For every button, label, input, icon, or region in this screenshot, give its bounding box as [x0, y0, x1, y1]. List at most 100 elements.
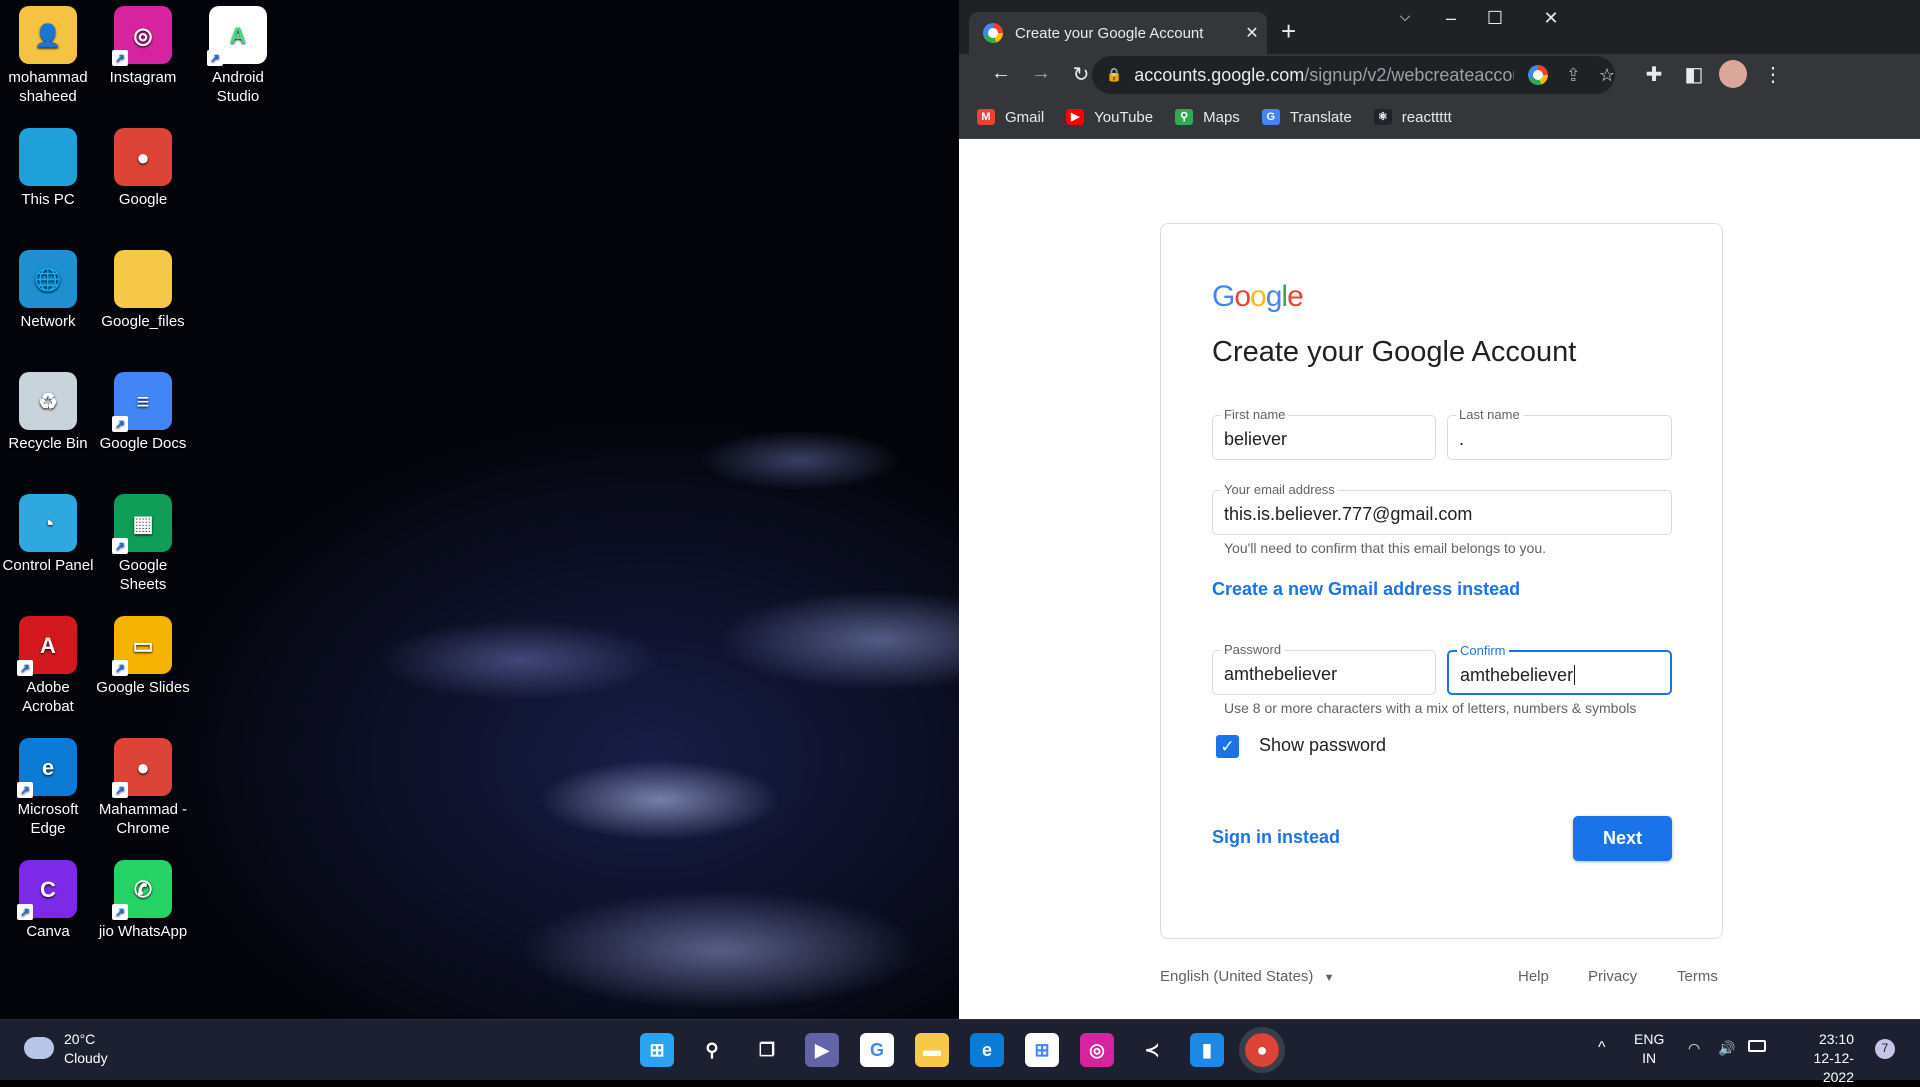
region: IN	[1642, 1050, 1657, 1066]
desktop-icon-google[interactable]: ● Google	[95, 128, 191, 209]
youtube-icon: ▶	[1066, 109, 1085, 125]
extensions-icon[interactable]: ✚	[1640, 62, 1668, 87]
desktop-icon-microsoft-edge[interactable]: e ↗ Microsoft Edge	[0, 738, 96, 838]
bookmark-gmail[interactable]: M Gmail	[977, 109, 1044, 126]
google-lens-icon[interactable]	[1527, 65, 1548, 85]
reload-icon[interactable]: ↻	[1067, 62, 1095, 87]
desktop-icon-canva[interactable]: C ↗ Canva	[0, 860, 96, 941]
help-link[interactable]: Help	[1518, 968, 1549, 985]
new-tab-button[interactable]: +	[1281, 16, 1296, 47]
address-bar[interactable]: 🔒 accounts.google.com/signup/v2/webcreat…	[1092, 56, 1615, 94]
maps-icon: ⚲	[1175, 109, 1194, 125]
instagram-icon[interactable]: ◎	[1080, 1033, 1114, 1067]
privacy-link[interactable]: Privacy	[1588, 968, 1637, 985]
email-label: Your email address	[1221, 482, 1338, 497]
start-icon[interactable]: ⊞	[640, 1033, 674, 1067]
profile-avatar[interactable]	[1719, 60, 1747, 88]
email-hint: You'll need to confirm that this email b…	[1224, 540, 1547, 556]
bookmark-maps[interactable]: ⚲ Maps	[1175, 109, 1240, 126]
desktop-icon-mohammad-shaheed[interactable]: 👤 mohammad shaheed	[0, 6, 96, 106]
desktop-icon-network[interactable]: 🌐 Network	[0, 250, 96, 331]
bookmark-star-icon[interactable]: ☆	[1599, 65, 1615, 86]
close-window-button[interactable]: ✕	[1531, 8, 1571, 29]
language-indicator[interactable]: ENG IN	[1634, 1030, 1664, 1068]
sign-in-instead-link[interactable]: Sign in instead	[1212, 827, 1340, 848]
desktop-icon-google-files[interactable]: Google_files	[95, 250, 191, 331]
desktop-icon-control-panel[interactable]: ◔ Control Panel	[0, 494, 96, 575]
bookmarks-bar: M Gmail ▶ YouTube ⚲ Maps G Translate ⚛ reacttttt	[959, 96, 1920, 139]
password-label: Password	[1221, 642, 1285, 657]
desktop-icon-android-studio[interactable]: A ↗ Android Studio	[190, 6, 286, 106]
gmail-icon: M	[977, 109, 995, 125]
shortcut-arrow-icon: ↗	[207, 50, 223, 66]
bookmark-translate[interactable]: G Translate	[1261, 109, 1352, 126]
vscode-icon[interactable]: ≺	[1135, 1033, 1169, 1067]
microsoft-store-icon[interactable]: ⊞	[1025, 1033, 1059, 1067]
last-name-value: .	[1459, 429, 1465, 449]
volume-icon[interactable]: 🔊	[1718, 1039, 1735, 1058]
google-icon[interactable]: G	[860, 1033, 894, 1067]
first-name-label: First name	[1221, 407, 1289, 422]
desktop-icon-mahammad-chrome[interactable]: ● ↗ Mahammad - Chrome	[95, 738, 191, 838]
chrome-window: Create your Google Account ✕ + ⌵ – ☐ ✕ ←…	[959, 0, 1920, 1019]
first-name-field[interactable]: First name believer	[1212, 407, 1436, 460]
password-field[interactable]: Password amthebeliever	[1212, 642, 1436, 695]
create-gmail-link[interactable]: Create a new Gmail address instead	[1212, 579, 1520, 600]
side-panel-icon[interactable]: ◧	[1680, 62, 1708, 87]
notification-badge[interactable]: 7	[1875, 1039, 1895, 1059]
back-icon[interactable]: ←	[987, 62, 1015, 85]
app-icon[interactable]: ▮	[1190, 1033, 1224, 1067]
forward-icon[interactable]: →	[1027, 62, 1055, 85]
confirm-password-field[interactable]: Confirm amthebeliever	[1447, 643, 1672, 695]
desktop-icon-google-docs[interactable]: ≡ ↗ Google Docs	[95, 372, 191, 453]
show-password-checkbox[interactable]: ✓	[1216, 735, 1239, 758]
email-field[interactable]: Your email address this.is.believer.777@g…	[1212, 482, 1672, 535]
next-button[interactable]: Next	[1573, 816, 1672, 861]
password-hint: Use 8 or more characters with a mix of l…	[1224, 700, 1637, 716]
desktop-icon-google-slides[interactable]: ▭ ↗ Google Slides	[95, 616, 191, 697]
desktop-icon-google-sheets[interactable]: ▦ ↗ Google Sheets	[95, 494, 191, 594]
bookmark-label: YouTube	[1094, 108, 1154, 126]
minimize-button[interactable]: –	[1431, 8, 1471, 29]
task-view-icon[interactable]: ❐	[750, 1033, 784, 1067]
search-icon[interactable]: ⚲	[695, 1033, 729, 1067]
wifi-icon[interactable]: ◠	[1688, 1039, 1700, 1058]
close-tab-icon[interactable]: ✕	[1237, 23, 1267, 43]
bookmark-reacttttt[interactable]: ⚛ reacttttt	[1373, 109, 1452, 126]
chrome-icon: ●	[114, 128, 172, 186]
desktop-icon-label: Google Docs	[99, 435, 187, 452]
confirm-label: Confirm	[1457, 643, 1509, 658]
teams-chat-icon[interactable]: ▶	[805, 1033, 839, 1067]
maximize-button[interactable]: ☐	[1475, 8, 1515, 29]
url-host: accounts.google.com	[1134, 64, 1305, 85]
desktop-icon-label: Android Studio	[212, 69, 264, 105]
show-password-label[interactable]: Show password	[1259, 735, 1386, 756]
language-selector[interactable]: English (United States) ▼	[1160, 968, 1334, 985]
weather-temp: 20°C	[64, 1031, 96, 1047]
last-name-field[interactable]: Last name.	[1447, 407, 1672, 460]
battery-icon[interactable]	[1748, 1040, 1766, 1052]
edge-icon[interactable]: e	[970, 1033, 1004, 1067]
clock[interactable]: 23:10 12-12-2022	[1784, 1030, 1854, 1087]
desktop-icon-label: Google Sheets	[118, 557, 168, 593]
time: 23:10	[1818, 1031, 1854, 1047]
tab-create-account[interactable]: Create your Google Account ✕	[969, 12, 1267, 54]
desktop-icon-jio-whatsapp[interactable]: ✆ ↗ jio WhatsApp	[95, 860, 191, 941]
bookmark-label: Gmail	[1005, 108, 1045, 126]
share-icon[interactable]: ⇪	[1566, 65, 1581, 86]
desktop-icon-adobe-acrobat[interactable]: A ↗ Adobe Acrobat	[0, 616, 96, 716]
tab-search-icon[interactable]: ⌵	[1385, 8, 1425, 25]
desktop-icon-instagram[interactable]: ◎ ↗ Instagram	[95, 6, 191, 87]
shortcut-arrow-icon: ↗	[17, 904, 33, 920]
weather-widget[interactable]: 20°C Cloudy	[64, 1030, 108, 1068]
chrome-icon[interactable]: ●	[1239, 1027, 1285, 1073]
file-explorer-icon[interactable]: ▬	[915, 1033, 949, 1067]
shortcut-arrow-icon: ↗	[112, 416, 128, 432]
desktop-icon-this-pc[interactable]: This PC	[0, 128, 96, 209]
show-hidden-icons[interactable]: ^	[1598, 1038, 1606, 1057]
menu-icon[interactable]: ⋮	[1759, 62, 1787, 87]
desktop-icon-label: Google	[118, 191, 168, 208]
desktop-icon-recycle-bin[interactable]: ♻ Recycle Bin	[0, 372, 96, 453]
terms-link[interactable]: Terms	[1677, 968, 1718, 985]
bookmark-youtube[interactable]: ▶ YouTube	[1066, 109, 1153, 126]
